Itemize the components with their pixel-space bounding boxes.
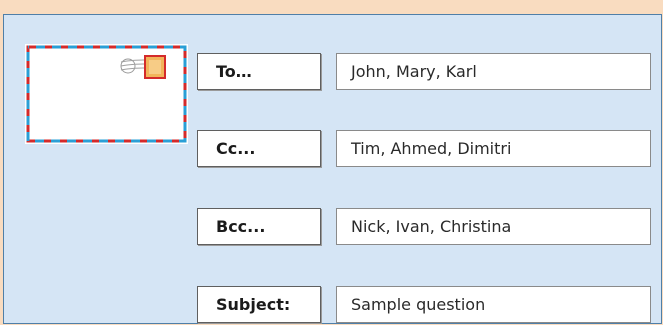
bcc-button[interactable]: Bcc... — [197, 208, 321, 245]
to-field[interactable]: John, Mary, Karl — [336, 53, 651, 90]
cc-field[interactable]: Tim, Ahmed, Dimitri — [336, 130, 651, 167]
subject-label: Subject: — [197, 286, 321, 323]
cc-button[interactable]: Cc... — [197, 130, 321, 167]
to-button[interactable]: To… — [197, 53, 321, 90]
subject-field[interactable]: Sample question — [336, 286, 651, 323]
airmail-envelope-icon — [25, 44, 188, 144]
email-header-panel: To… John, Mary, Karl Cc... Tim, Ahmed, D… — [3, 14, 662, 324]
bcc-field[interactable]: Nick, Ivan, Christina — [336, 208, 651, 245]
stamp-icon — [144, 55, 166, 79]
